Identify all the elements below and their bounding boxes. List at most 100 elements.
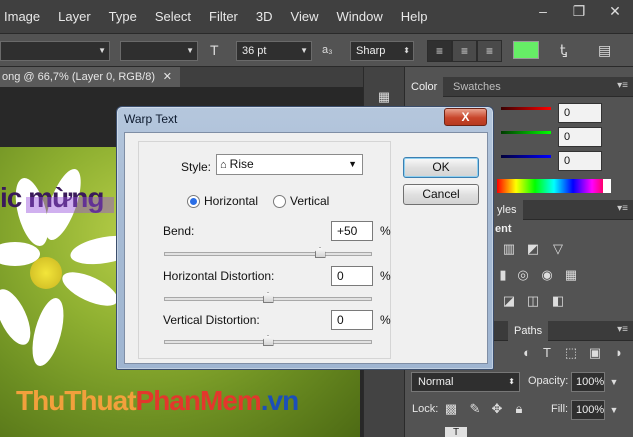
- menu-view[interactable]: View: [282, 0, 328, 33]
- ok-button[interactable]: OK: [403, 157, 479, 178]
- document-tab[interactable]: ong @ 66,7% (Layer 0, RGB/8) ✕: [0, 67, 180, 87]
- tab-styles[interactable]: yles: [491, 200, 523, 220]
- bend-slider-track[interactable]: [164, 252, 372, 256]
- blue-slider[interactable]: [501, 155, 551, 158]
- font-style-dropdown[interactable]: ▼: [120, 41, 198, 61]
- red-value[interactable]: 0: [558, 103, 602, 123]
- exposure-icon[interactable]: ◩: [525, 241, 541, 257]
- vertical-radio[interactable]: Vertical: [273, 194, 329, 208]
- minimize-button[interactable]: –: [525, 0, 561, 22]
- dialog-title: Warp Text: [124, 112, 178, 126]
- lock-all-icon[interactable]: 🔒︎: [511, 401, 527, 417]
- camera-icon[interactable]: ◎: [515, 267, 531, 283]
- bend-input[interactable]: +50: [331, 221, 373, 241]
- blend-mode-dropdown[interactable]: Normal ⬍: [411, 372, 520, 392]
- text-layer-thumbnail[interactable]: T: [445, 427, 467, 437]
- opacity-input[interactable]: 100%: [571, 372, 605, 392]
- menu-layer[interactable]: Layer: [49, 0, 100, 33]
- style-value: Rise: [229, 157, 254, 171]
- align-right-button[interactable]: ≡: [477, 40, 502, 62]
- antialias-dropdown[interactable]: Sharp ⬍: [350, 41, 414, 61]
- align-left-button[interactable]: ≡: [427, 40, 452, 62]
- selective-color-icon[interactable]: ◧: [550, 293, 566, 309]
- options-bar: ▼ ▼ T 36 pt ▼ a₃ Sharp ⬍ ≡ ≡ ≡ Ꮏ ▤: [0, 33, 633, 67]
- fill-arrow-icon[interactable]: ▼: [606, 402, 622, 418]
- align-center-button[interactable]: ≡: [452, 40, 477, 62]
- lock-position-icon[interactable]: ✥: [489, 401, 505, 417]
- font-size-dropdown[interactable]: 36 pt ▼: [236, 41, 312, 61]
- menu-window[interactable]: Window: [327, 0, 391, 33]
- v-distortion-unit: %: [380, 313, 391, 327]
- red-slider[interactable]: [501, 107, 551, 110]
- text-color-swatch[interactable]: [513, 41, 539, 59]
- panel-menu-icon[interactable]: ▾≡: [617, 324, 628, 335]
- opacity-arrow-icon[interactable]: ▼: [606, 374, 622, 390]
- curves-icon[interactable]: ▥: [501, 241, 517, 257]
- warp-text-icon[interactable]: Ꮏ: [560, 40, 568, 60]
- radio-selected-icon: [187, 194, 200, 208]
- document-tab-bar: ong @ 66,7% (Layer 0, RGB/8) ✕: [0, 67, 363, 87]
- font-size-icon: T: [210, 42, 219, 58]
- gradient-map-icon[interactable]: ▽: [550, 241, 566, 257]
- warp-settings-group: Style: ⌂ Rise ▼ Horizontal Vertical Bend:…: [138, 141, 391, 359]
- close-window-button[interactable]: ✕: [597, 0, 633, 22]
- v-distortion-input[interactable]: 0: [331, 310, 373, 330]
- menu-filter[interactable]: Filter: [200, 0, 247, 33]
- panel-menu-icon[interactable]: ▾≡: [617, 203, 628, 214]
- font-family-dropdown[interactable]: ▼: [0, 41, 110, 61]
- color-spectrum[interactable]: [497, 179, 611, 193]
- posterize-icon[interactable]: ◪: [501, 293, 517, 309]
- cancel-button[interactable]: Cancel: [403, 184, 479, 205]
- blue-value[interactable]: 0: [558, 151, 602, 171]
- radio-unselected-icon: [273, 194, 286, 208]
- v-distortion-slider-thumb[interactable]: [262, 335, 274, 346]
- chevron-updown-icon: ⬍: [508, 377, 515, 386]
- lookup-table-icon[interactable]: ▦: [563, 267, 579, 283]
- smart-object-filter-icon[interactable]: ▣: [587, 345, 603, 361]
- green-value[interactable]: 0: [558, 127, 602, 147]
- h-distortion-input[interactable]: 0: [331, 266, 373, 286]
- menu-type[interactable]: Type: [100, 0, 146, 33]
- watermark: ThuThuatPhanMem.vn: [16, 385, 299, 417]
- bend-slider-thumb[interactable]: [314, 247, 326, 258]
- green-slider[interactable]: [501, 131, 551, 134]
- history-icon[interactable]: ▦: [375, 89, 393, 105]
- threshold-icon[interactable]: ◫: [525, 293, 541, 309]
- h-distortion-slider-thumb[interactable]: [262, 292, 274, 303]
- channel-mixer-icon[interactable]: ◉: [539, 267, 555, 283]
- restore-button[interactable]: ❐: [561, 0, 597, 22]
- tab-color[interactable]: Color: [405, 77, 444, 97]
- horizontal-radio[interactable]: Horizontal: [187, 194, 258, 208]
- close-tab-icon[interactable]: ✕: [163, 67, 172, 87]
- style-label: Style:: [181, 160, 212, 174]
- h-distortion-unit: %: [380, 269, 391, 283]
- filter-toggle-icon[interactable]: ◗: [611, 345, 627, 361]
- style-dropdown[interactable]: ⌂ Rise ▼: [216, 154, 363, 175]
- watermark-part1: ThuThuat: [16, 385, 137, 416]
- tab-swatches[interactable]: Swatches: [447, 77, 507, 97]
- petal: [57, 265, 123, 313]
- dialog-close-button[interactable]: X: [444, 108, 487, 126]
- lock-pixels-icon[interactable]: ✎: [467, 401, 483, 417]
- menu-select[interactable]: Select: [146, 0, 200, 33]
- shape-filter-icon[interactable]: ⬚: [563, 345, 579, 361]
- document-tab-label: ong @ 66,7% (Layer 0, RGB/8): [2, 71, 156, 83]
- image-filter-icon[interactable]: ◐: [519, 345, 535, 361]
- watermark-part2: PhanMem: [135, 385, 262, 416]
- tab-paths[interactable]: Paths: [508, 321, 549, 341]
- fill-input[interactable]: 100%: [571, 400, 605, 420]
- color-balance-icon[interactable]: ▮: [495, 267, 511, 283]
- lock-transparent-icon[interactable]: ▩: [443, 401, 459, 417]
- panel-menu-icon[interactable]: ▾≡: [617, 80, 628, 91]
- menu-bar: Image Layer Type Select Filter 3D View W…: [0, 0, 633, 33]
- vertical-label: Vertical: [290, 194, 330, 208]
- chevron-down-icon: ▼: [300, 46, 308, 55]
- chevron-down-icon: ▼: [98, 46, 106, 55]
- type-filter-icon[interactable]: T: [539, 345, 555, 361]
- warp-style-icon: ⌂: [220, 159, 227, 171]
- character-panel-icon[interactable]: ▤: [598, 40, 611, 60]
- menu-image[interactable]: Image: [0, 0, 49, 33]
- menu-3d[interactable]: 3D: [247, 0, 282, 33]
- watermark-part3: .vn: [260, 385, 299, 416]
- menu-help[interactable]: Help: [392, 0, 437, 33]
